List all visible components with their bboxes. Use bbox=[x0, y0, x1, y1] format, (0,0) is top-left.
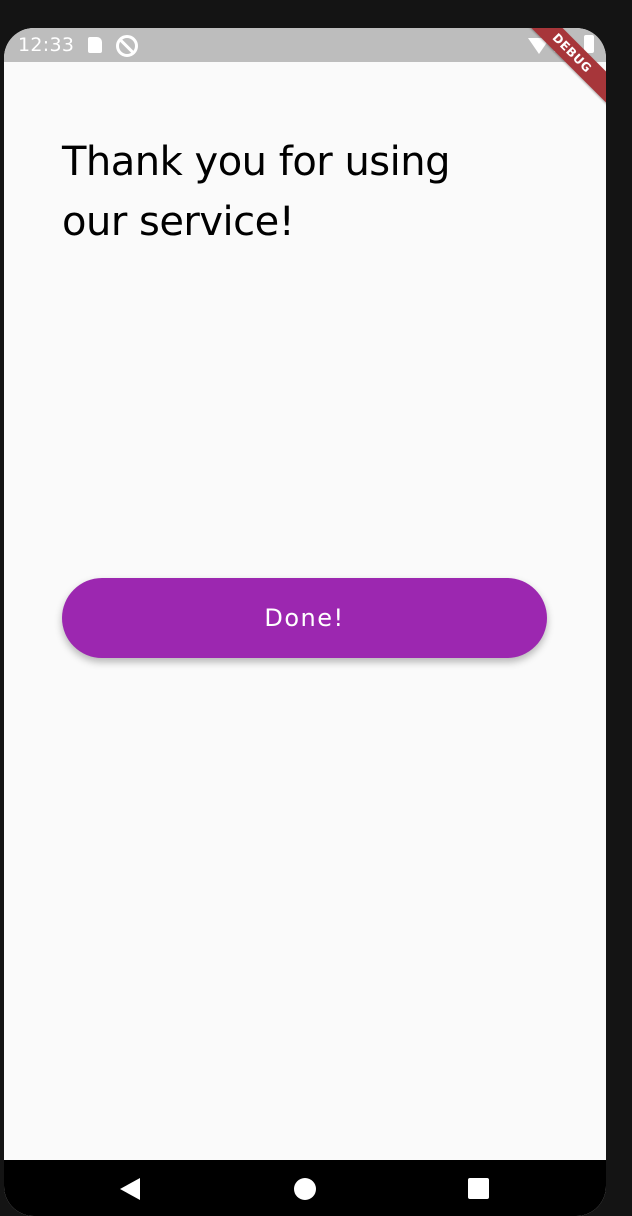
page-title: Thank you for using our service! bbox=[62, 139, 451, 245]
sync-disabled-icon bbox=[116, 35, 138, 57]
back-icon[interactable] bbox=[120, 1178, 140, 1200]
navigation-bar bbox=[4, 1160, 606, 1216]
recents-icon[interactable] bbox=[468, 1178, 489, 1199]
app-screen: 12:33 DEBUG Thank you for using our serv… bbox=[4, 28, 606, 1216]
status-bar: 12:33 bbox=[4, 28, 606, 62]
device-frame: 12:33 DEBUG Thank you for using our serv… bbox=[0, 0, 632, 1216]
home-icon[interactable] bbox=[294, 1178, 316, 1200]
sd-card-icon bbox=[88, 37, 102, 53]
status-time: 12:33 bbox=[18, 34, 75, 56]
done-button[interactable]: Done! bbox=[62, 578, 547, 658]
